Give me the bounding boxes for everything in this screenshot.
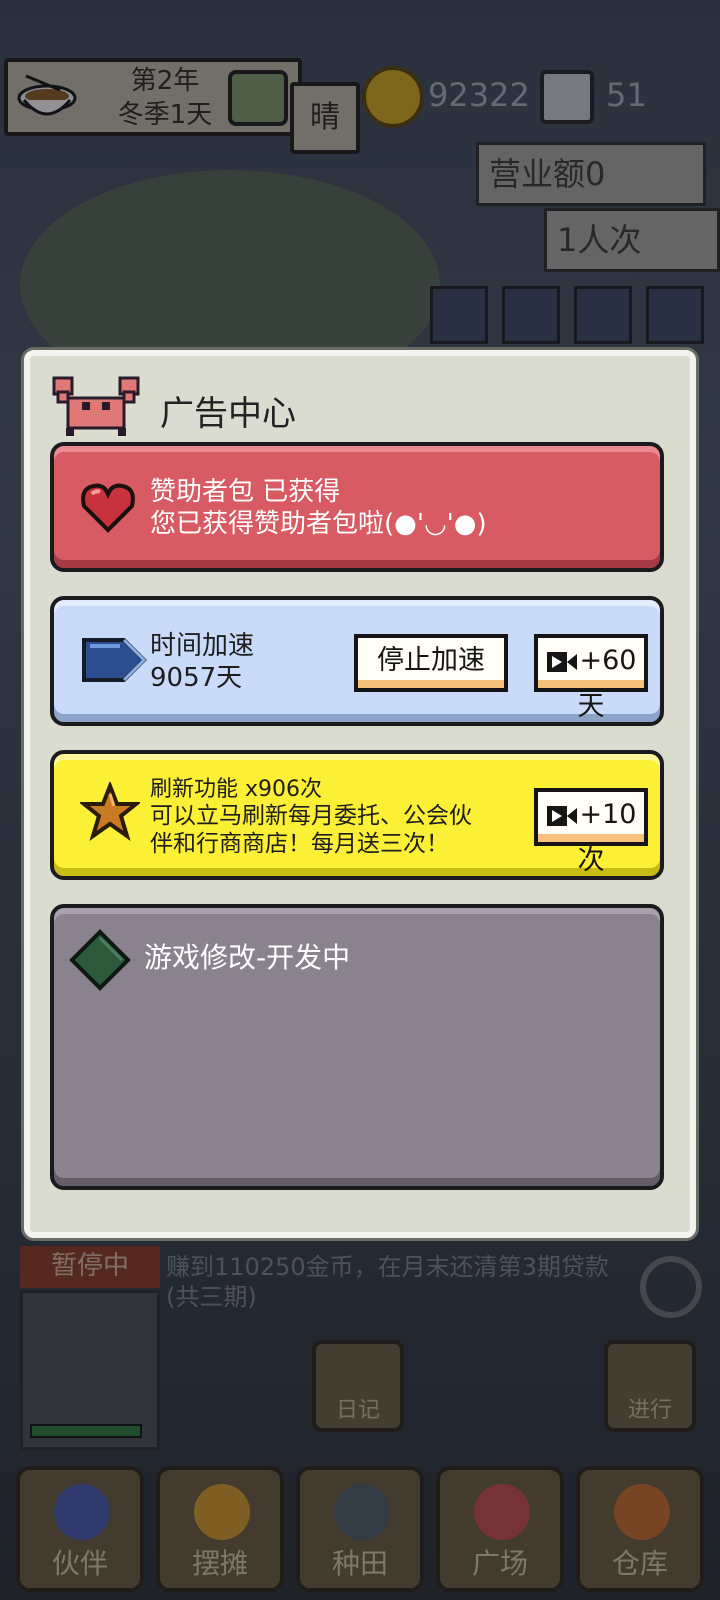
watch-ad-refresh-button[interactable]: +10次 [534,788,648,876]
heart-icon [81,483,135,533]
game-mod-card[interactable]: 游戏修改-开发中 [50,904,664,1190]
mod-title: 游戏修改-开发中 [144,941,351,974]
speedup-ad-label: +60天 [577,645,637,722]
watch-ad-speedup-button[interactable]: +60天 [534,634,648,722]
time-speedup-card: 时间加速 9057天 停止加速 +60天 [50,596,664,726]
sponsor-pack-card[interactable]: 赞助者包 已获得 您已获得赞助者包啦(●'◡'●) [50,442,664,572]
dialog-title: 广告中心 [160,394,296,434]
video-ad-icon [546,651,577,672]
refresh-desc-line2: 伴和行商商店！每月送三次！ [150,831,449,857]
stop-speedup-button[interactable]: 停止加速 [354,634,508,692]
refresh-desc-line1: 可以立马刷新每月委托、公会伙 [150,803,472,829]
star-icon [80,782,140,841]
refresh-card: 刷新功能 x906次 可以立马刷新每月委托、公会伙 伴和行商商店！每月送三次！ … [50,750,664,880]
fast-forward-icon [82,638,147,682]
sponsor-title: 赞助者包 已获得 [150,477,341,507]
diamond-icon [69,929,131,991]
ad-center-dialog: 广告中心 赞助者包 已获得 您已获得赞助者包啦(●'◡'●) 时间加速 9057… [24,350,696,1238]
speedup-days: 9057天 [150,663,243,693]
sponsor-desc: 您已获得赞助者包啦(●'◡'●) [150,509,487,539]
refresh-ad-label: +10次 [577,799,637,876]
speedup-title: 时间加速 [150,631,255,661]
crab-icon [52,376,140,436]
video-ad-icon [546,805,577,826]
